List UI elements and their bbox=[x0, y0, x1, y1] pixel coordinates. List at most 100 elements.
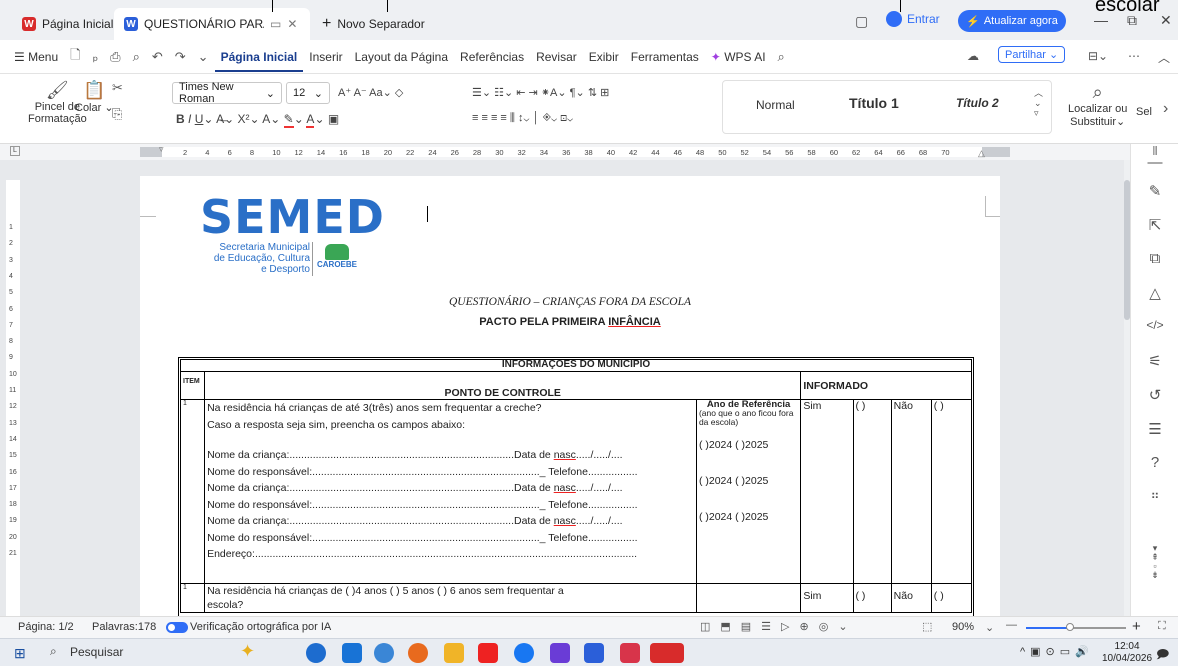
minus-icon[interactable]: — bbox=[1145, 154, 1165, 171]
paste-button[interactable]: 📋 Colar ⌄ bbox=[75, 80, 114, 114]
sliders-icon[interactable]: ⚟ bbox=[1145, 352, 1165, 370]
menu-tools[interactable]: Ferramentas bbox=[625, 50, 705, 64]
row1-control[interactable]: Na residência há crianças de até 3(três)… bbox=[204, 399, 697, 584]
year-options-3[interactable]: ( )2024 ( )2025 bbox=[699, 512, 798, 523]
apps-icon[interactable]: ⠶ bbox=[1145, 488, 1165, 502]
share-button[interactable]: Partilhar ⌄ bbox=[998, 46, 1066, 63]
hamburger-menu-button[interactable]: ☰ Menu bbox=[8, 50, 64, 64]
signin-button[interactable]: Entrar bbox=[886, 11, 940, 27]
fullscreen-icon[interactable]: ⛶ bbox=[1158, 620, 1166, 633]
word-count[interactable]: Palavras:178 bbox=[92, 621, 156, 633]
wps-taskbar-icon[interactable] bbox=[650, 643, 684, 663]
select-button[interactable]: Sel bbox=[1136, 106, 1152, 118]
system-tray-icons[interactable]: ^▣⊙▭🔊 bbox=[1020, 645, 1094, 658]
collapse-ribbon-icon[interactable]: ︿ bbox=[1158, 49, 1170, 66]
fit-page-icon[interactable]: ⬚ bbox=[922, 620, 932, 633]
guardian-line-2[interactable]: Nome do responsável:....................… bbox=[207, 497, 694, 514]
row2-nao-box[interactable]: ( ) bbox=[930, 583, 973, 613]
style-normal[interactable]: Normal bbox=[756, 98, 795, 112]
more-quick-icon[interactable]: ⌄ bbox=[192, 49, 215, 65]
text-format-icons[interactable]: B I U⌄ A̶⌄ X²⌄ A⌄ ✎⌄ A⌄ ▣ bbox=[176, 112, 339, 128]
print-preview-icon[interactable]: ⌕ bbox=[127, 49, 146, 65]
close-tab-icon[interactable]: ✕ bbox=[287, 17, 297, 31]
font-tools-icons[interactable]: A⁺ A⁻ Aa⌄ ◇ bbox=[338, 86, 403, 99]
row1-sim-box[interactable]: ( ) bbox=[852, 399, 892, 584]
style-title-1[interactable]: Título 1 bbox=[849, 95, 899, 111]
clock[interactable]: 12:04 10/04/2026 bbox=[1102, 641, 1152, 665]
widgets-icon[interactable]: ✦ bbox=[240, 641, 255, 662]
print-icon[interactable]: ⎙ bbox=[104, 49, 126, 65]
copy-icon[interactable]: ⎘ bbox=[112, 106, 122, 122]
pdf-icon[interactable]: ₚ bbox=[87, 49, 105, 65]
tab-document[interactable]: W QUESTIONÁRIO PARA SAÚDE ▭ ✕ bbox=[114, 8, 310, 40]
taskbar-search[interactable]: Pesquisar bbox=[70, 645, 123, 659]
pen-icon[interactable]: ✎ bbox=[1145, 182, 1165, 200]
edge-icon[interactable] bbox=[306, 643, 326, 663]
tab-new[interactable]: + Novo Separador bbox=[312, 8, 435, 40]
help-icon[interactable]: ? bbox=[1145, 454, 1165, 471]
history-icon[interactable]: ↺ bbox=[1145, 386, 1165, 404]
font-size-select[interactable]: 12 ⌄ bbox=[286, 82, 330, 104]
ribbon-next-icon[interactable]: › bbox=[1163, 100, 1168, 118]
styles-scroll-icon[interactable]: ︿ ⌄ ▿ bbox=[1034, 88, 1043, 118]
alignment-icons[interactable]: ≡ ≡ ≡ ≡ ⫼ ↕⌄ │ ◈⌄ ⊡⌄ bbox=[472, 112, 573, 125]
copy-page-icon[interactable]: ⧉ bbox=[1145, 250, 1165, 267]
zoom-slider-thumb[interactable] bbox=[1066, 623, 1074, 631]
more-icon[interactable]: ⋯ bbox=[1128, 49, 1140, 63]
code-icon[interactable]: </> bbox=[1145, 318, 1165, 332]
firefox-icon[interactable] bbox=[408, 643, 428, 663]
tablet-mode-icon[interactable]: ▢ bbox=[855, 13, 868, 30]
app-icon[interactable] bbox=[342, 643, 362, 663]
menu-view[interactable]: Exibir bbox=[583, 50, 625, 64]
menu-references[interactable]: Referências bbox=[454, 50, 530, 64]
ie-icon[interactable] bbox=[374, 643, 394, 663]
facebook-icon[interactable] bbox=[514, 643, 534, 663]
redo-icon[interactable]: ↷ bbox=[169, 49, 192, 65]
zoom-in-icon[interactable]: + bbox=[1132, 618, 1141, 635]
search-icon[interactable]: ⌕ bbox=[772, 49, 791, 65]
save-icon[interactable]: 🗋 bbox=[64, 46, 86, 68]
row1-nao-box[interactable]: ( ) bbox=[930, 399, 973, 584]
menu-home[interactable]: Página Inicial bbox=[214, 50, 304, 72]
child-line-3[interactable]: Nome da criança:........................… bbox=[207, 513, 694, 530]
document-page[interactable]: ⠿ SEMED Secretaria Municipal de Educação… bbox=[140, 176, 1000, 616]
outline-list-icon[interactable]: ☰ bbox=[1145, 420, 1165, 438]
page-nav-icon[interactable]: ▾ ⇞ ▫ ⇟ bbox=[1145, 544, 1165, 580]
font-select[interactable]: Times New Roman ⌄ bbox=[172, 81, 282, 105]
right-indent-icon[interactable]: △ bbox=[978, 148, 985, 159]
find-replace-button[interactable]: ⌕ Localizar ou Substituir⌄ bbox=[1068, 82, 1127, 128]
folder-icon[interactable] bbox=[444, 643, 464, 663]
windows-start-icon[interactable]: ⊞ bbox=[14, 645, 26, 662]
cloud-icon[interactable]: ☁ bbox=[967, 49, 979, 63]
shape-icon[interactable]: △ bbox=[1145, 284, 1165, 302]
menu-review[interactable]: Revisar bbox=[530, 50, 583, 64]
spellcheck-toggle[interactable] bbox=[166, 622, 188, 633]
zoom-dropdown-icon[interactable]: ⌄ bbox=[985, 621, 994, 634]
list-icons[interactable]: ☰⌄ ☷⌄ ⇤ ⇥ ⁕A⌄ ¶⌄ ⇅ ⊞ bbox=[472, 86, 609, 99]
year-options-1[interactable]: ( )2024 ( )2025 bbox=[699, 440, 798, 451]
page-count[interactable]: Página: 1/2 bbox=[18, 621, 74, 633]
child-line-1[interactable]: Nome da criança:........................… bbox=[207, 447, 694, 464]
address-line[interactable]: Endereço:...............................… bbox=[207, 546, 694, 563]
outline-icon[interactable]: ⊟⌄ bbox=[1088, 49, 1108, 63]
pointer-icon[interactable]: ⇱ bbox=[1145, 216, 1165, 234]
zoom-out-icon[interactable]: — bbox=[1006, 619, 1017, 631]
youtube-icon[interactable] bbox=[478, 643, 498, 663]
indent-marker-icon[interactable]: ▿ bbox=[159, 144, 164, 155]
undo-icon[interactable]: ↶ bbox=[146, 49, 169, 65]
menu-layout[interactable]: Layout da Página bbox=[349, 50, 454, 64]
store-icon[interactable] bbox=[550, 643, 570, 663]
style-title-2[interactable]: Título 2 bbox=[956, 96, 999, 110]
notification-icon[interactable]: 🗩 bbox=[1156, 645, 1169, 666]
menu-insert[interactable]: Inserir bbox=[303, 50, 348, 64]
row2-sim-box[interactable]: ( ) bbox=[852, 583, 892, 613]
child-line-2[interactable]: Nome da criança:........................… bbox=[207, 480, 694, 497]
view-mode-icons[interactable]: ◫⬒▤☰▷⊕◎⌄ bbox=[700, 620, 858, 633]
zoom-level[interactable]: 90% bbox=[952, 621, 974, 633]
guardian-line-3[interactable]: Nome do responsável:....................… bbox=[207, 530, 694, 547]
word-taskbar-icon[interactable] bbox=[584, 643, 604, 663]
update-button[interactable]: ⚡ Atualizar agora bbox=[958, 10, 1066, 32]
pdf-taskbar-icon[interactable] bbox=[620, 643, 640, 663]
close-window-icon[interactable]: ✕ bbox=[1160, 12, 1172, 29]
wps-ai-button[interactable]: ✦ WPS AI bbox=[705, 50, 772, 64]
